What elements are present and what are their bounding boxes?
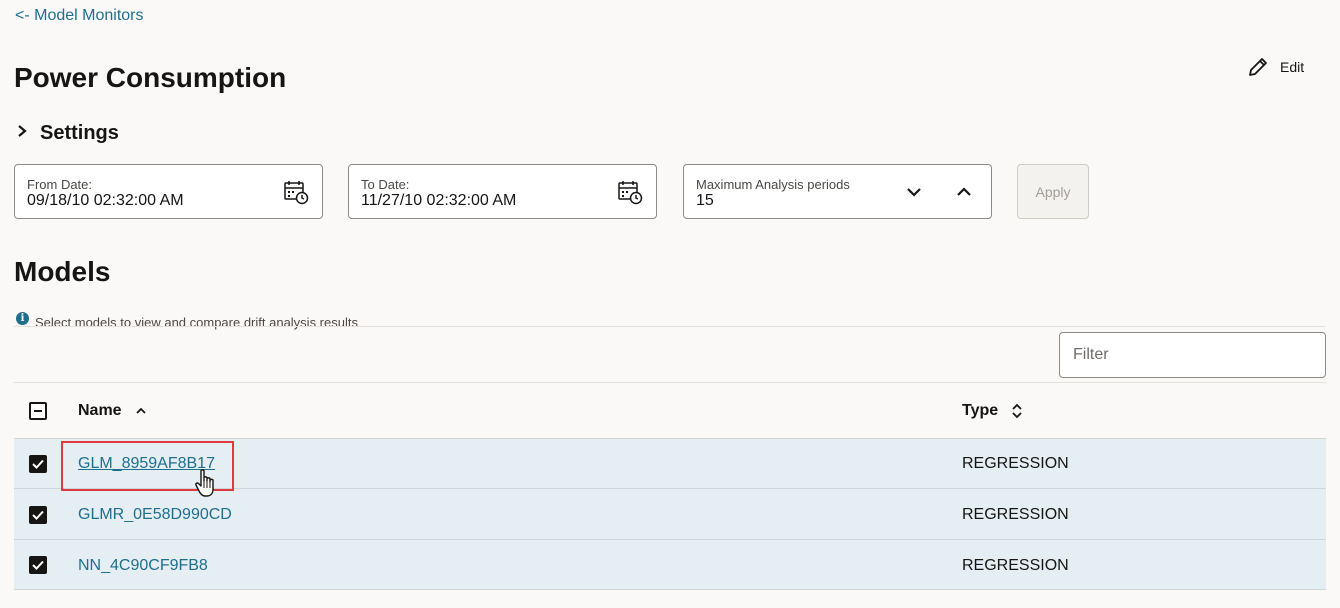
calendar-clock-icon[interactable] — [283, 179, 309, 205]
apply-button[interactable]: Apply — [1017, 164, 1089, 219]
back-to-model-monitors-link[interactable]: <- Model Monitors — [15, 7, 144, 25]
settings-toggle[interactable]: Settings — [16, 122, 119, 145]
edit-button[interactable]: Edit — [1246, 52, 1304, 82]
sort-unsorted-icon — [1012, 403, 1022, 419]
info-icon: i — [16, 312, 29, 325]
from-date-field[interactable]: From Date: 09/18/10 02:32:00 AM — [14, 164, 323, 219]
column-header-type[interactable]: Type — [962, 402, 1024, 420]
to-date-value: 11/27/10 02:32:00 AM — [361, 192, 517, 209]
model-name-link[interactable]: NN_4C90CF9FB8 — [78, 557, 208, 575]
divider — [14, 326, 1326, 327]
row-checkbox[interactable] — [29, 455, 47, 473]
from-date-value: 09/18/10 02:32:00 AM — [27, 192, 184, 209]
model-name-link[interactable]: GLMR_0E58D990CD — [78, 506, 232, 524]
filter-input[interactable] — [1059, 332, 1326, 378]
checkmark-icon — [32, 459, 44, 469]
chevron-up-icon[interactable] — [954, 182, 974, 202]
models-section-title: Models — [14, 256, 111, 287]
table-row[interactable]: NN_4C90CF9FB8 REGRESSION — [14, 540, 1326, 590]
column-header-name[interactable]: Name — [78, 402, 148, 420]
edit-label: Edit — [1280, 59, 1305, 75]
row-checkbox[interactable] — [29, 506, 47, 524]
hand-pointer-cursor — [195, 469, 214, 497]
model-type: REGRESSION — [962, 455, 1069, 472]
info-text: Select models to view and compare drift … — [35, 315, 358, 330]
models-table-header: Name Type — [14, 383, 1326, 439]
checkmark-icon — [32, 560, 44, 570]
column-type-label: Type — [962, 402, 999, 419]
page-title: Power Consumption — [14, 62, 287, 93]
to-date-label: To Date: — [361, 177, 410, 192]
model-type: REGRESSION — [962, 506, 1069, 523]
from-date-label: From Date: — [27, 177, 93, 192]
checkmark-icon — [32, 510, 44, 520]
settings-label: Settings — [40, 122, 119, 144]
chevron-right-icon — [16, 124, 28, 143]
sort-ascending-icon — [135, 407, 146, 414]
calendar-clock-icon[interactable] — [617, 179, 643, 205]
to-date-field[interactable]: To Date: 11/27/10 02:32:00 AM — [348, 164, 657, 219]
chevron-down-icon[interactable] — [904, 182, 924, 202]
max-analysis-periods-stepper[interactable]: Maximum Analysis periods 15 — [683, 164, 992, 219]
row-checkbox[interactable] — [29, 556, 47, 574]
column-name-label: Name — [78, 402, 122, 419]
max-periods-value: 15 — [696, 192, 714, 209]
select-all-checkbox[interactable] — [29, 402, 47, 420]
pencil-icon — [1249, 58, 1267, 76]
max-periods-label: Maximum Analysis periods — [696, 177, 850, 192]
model-type: REGRESSION — [962, 557, 1069, 574]
